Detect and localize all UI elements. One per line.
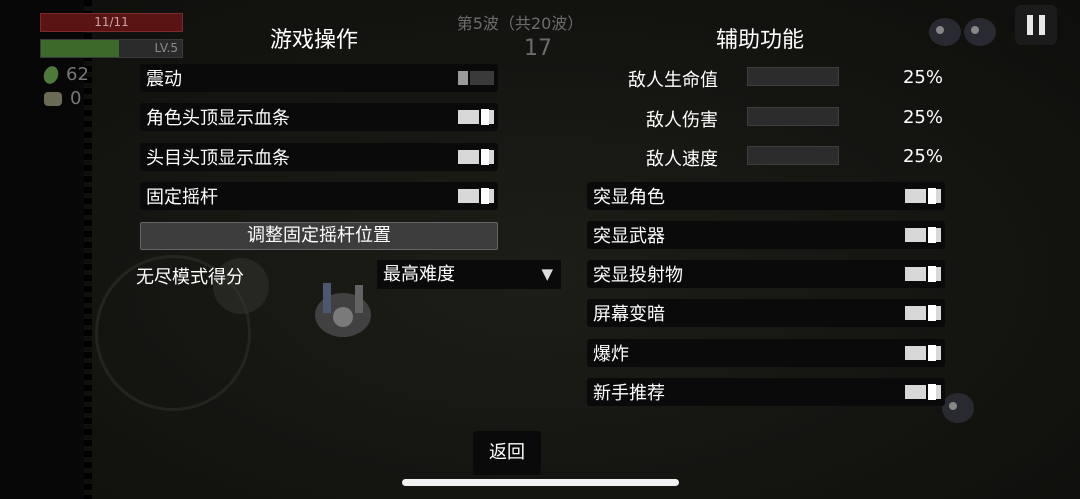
health-text: 11/11	[94, 15, 129, 29]
gem-counter: 62	[41, 63, 89, 86]
enemy-damage-value: 25%	[902, 107, 943, 128]
setting-label: 头目头顶显示血条	[146, 148, 290, 169]
pause-icon	[1027, 15, 1033, 35]
setting-screen-dim[interactable]: 屏幕变暗	[587, 299, 945, 327]
setting-label: 新手推荐	[593, 383, 665, 404]
wave-timer: 17	[524, 36, 552, 61]
enemy-speed-label: 敌人速度	[646, 149, 718, 170]
setting-highlight-character[interactable]: 突显角色	[587, 182, 945, 210]
enemy-health-label: 敌人生命值	[628, 70, 718, 91]
endless-score-label: 无尽模式得分	[136, 267, 244, 288]
chevron-down-icon: ▼	[541, 265, 553, 283]
back-button[interactable]: 返回	[473, 431, 541, 475]
setting-label: 屏幕变暗	[593, 304, 665, 325]
setting-beginner-recommended[interactable]: 新手推荐	[587, 378, 945, 406]
difficulty-value: 最高难度	[383, 264, 455, 285]
enemy-health-slider[interactable]	[747, 67, 839, 86]
wave-indicator: 第5波（共20波）	[456, 14, 584, 33]
setting-vibration[interactable]: 震动	[140, 64, 498, 92]
setting-boss-healthbar[interactable]: 头目头顶显示血条	[140, 143, 498, 171]
toggle-switch[interactable]	[905, 305, 941, 321]
setting-label: 震动	[146, 69, 182, 90]
bag-count: 0	[70, 88, 82, 109]
toggle-switch[interactable]	[458, 109, 494, 125]
toggle-switch[interactable]	[905, 266, 941, 282]
bag-counter: 0	[44, 88, 81, 109]
setting-explosion[interactable]: 爆炸	[587, 339, 945, 367]
enemy-speed-value: 25%	[902, 146, 943, 167]
setting-label: 突显投射物	[593, 265, 683, 286]
health-bar: 11/11	[40, 13, 183, 32]
toggle-switch[interactable]	[905, 227, 941, 243]
setting-player-healthbar[interactable]: 角色头顶显示血条	[140, 103, 498, 131]
setting-label: 突显角色	[593, 187, 665, 208]
toggle-switch[interactable]	[905, 384, 941, 400]
setting-label: 爆炸	[593, 344, 629, 365]
difficulty-select[interactable]: 最高难度 ▼	[377, 260, 561, 289]
setting-label: 角色头顶显示血条	[146, 108, 290, 129]
enemy-damage-slider[interactable]	[747, 107, 839, 126]
toggle-switch[interactable]	[458, 188, 494, 204]
toggle-switch[interactable]	[905, 188, 941, 204]
setting-label: 突显武器	[593, 226, 665, 247]
toggle-switch[interactable]	[458, 149, 494, 165]
enemy-health-value: 25%	[902, 67, 943, 88]
level-text: LV.5	[154, 41, 178, 55]
toggle-switch[interactable]	[905, 345, 941, 361]
setting-highlight-projectile[interactable]: 突显投射物	[587, 260, 945, 288]
setting-label: 固定摇杆	[146, 187, 218, 208]
enemy-damage-label: 敌人伤害	[646, 110, 718, 131]
gem-icon	[41, 63, 61, 86]
assist-title: 辅助功能	[716, 28, 805, 53]
gem-count: 62	[66, 64, 89, 85]
bag-icon	[44, 91, 62, 106]
enemy-speed-slider[interactable]	[747, 146, 839, 165]
setting-fixed-joystick[interactable]: 固定摇杆	[140, 182, 498, 210]
adjust-joystick-button[interactable]: 调整固定摇杆位置	[140, 222, 498, 250]
pause-button[interactable]	[1015, 5, 1057, 45]
controls-title: 游戏操作	[270, 28, 359, 53]
home-indicator[interactable]	[402, 479, 679, 486]
experience-bar: LV.5	[40, 39, 183, 58]
setting-highlight-weapon[interactable]: 突显武器	[587, 221, 945, 249]
toggle-switch[interactable]	[458, 71, 494, 85]
